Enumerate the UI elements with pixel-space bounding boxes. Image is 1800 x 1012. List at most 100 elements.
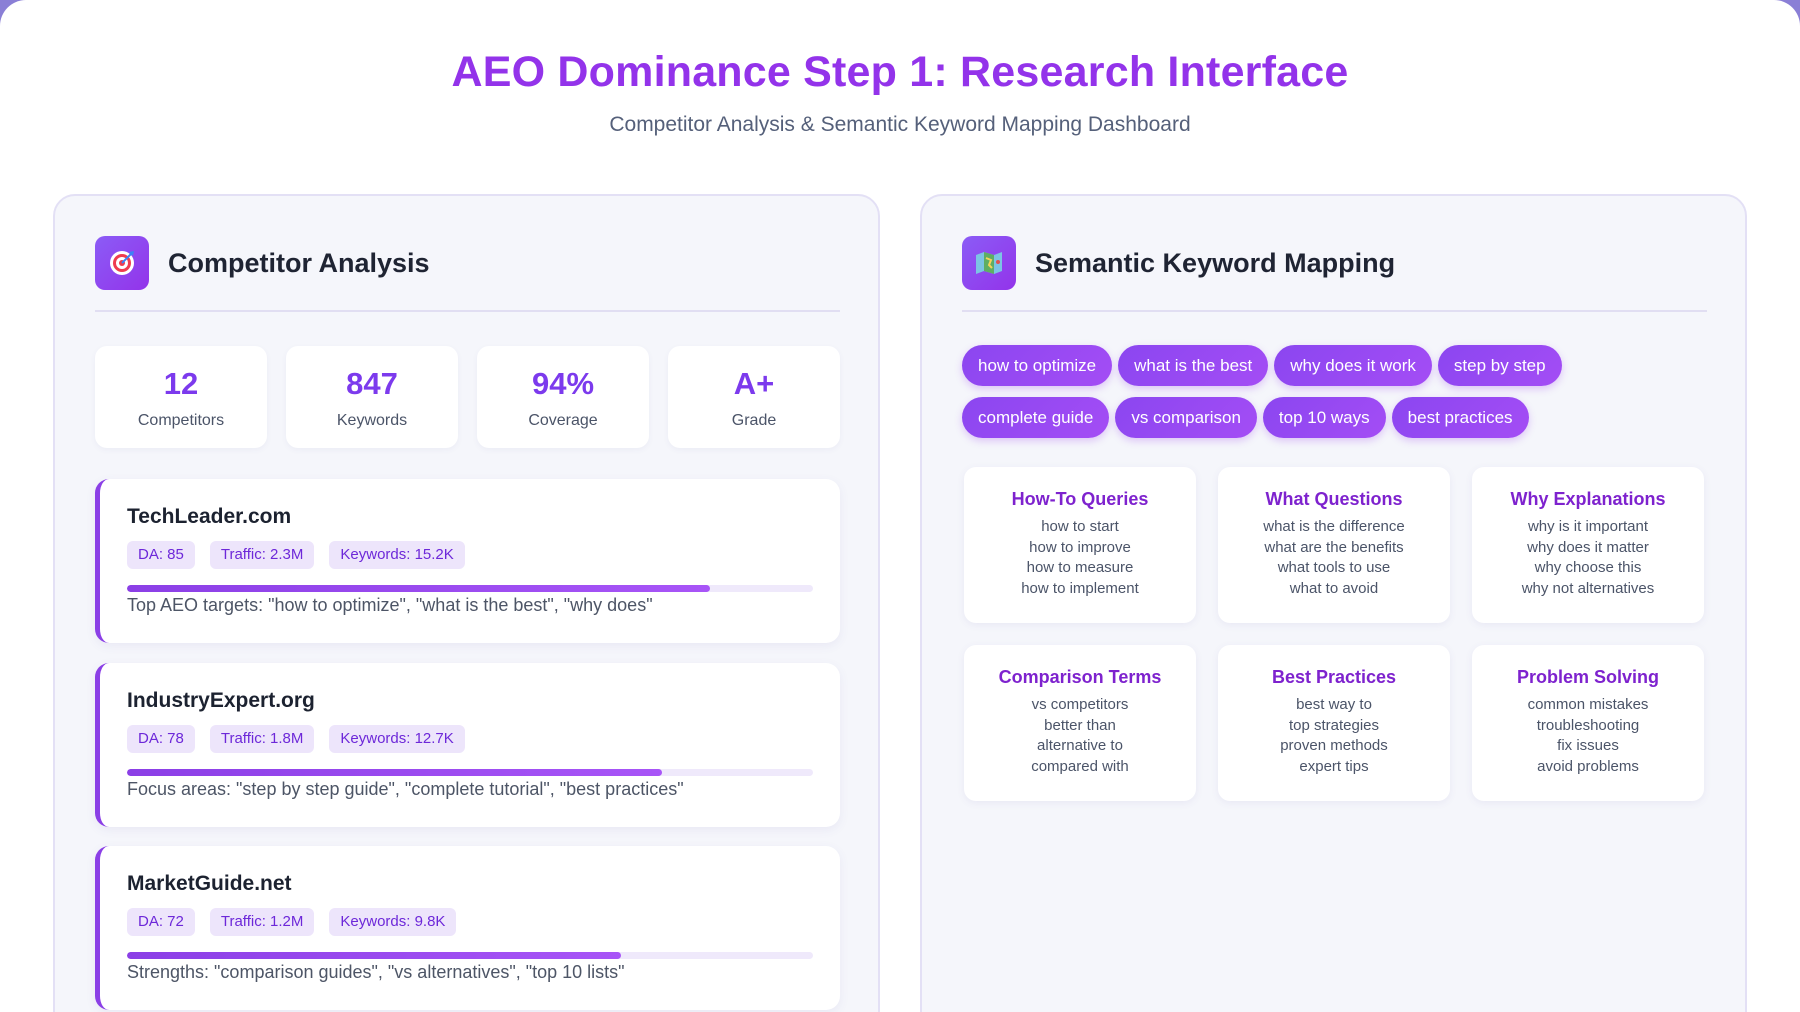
category-item: what is the difference (1263, 518, 1405, 535)
category-title: Why Explanations (1510, 489, 1666, 509)
category-items: why is it important why does it matter w… (1472, 517, 1704, 599)
strength-progress-bar (127, 585, 813, 592)
stat-card-grade: A+ Grade (668, 346, 840, 448)
panel-header: Semantic Keyword Mapping (962, 236, 1707, 312)
semantic-keyword-panel: Semantic Keyword Mapping how to optimize… (920, 194, 1747, 1012)
competitor-note: Focus areas: "step by step guide", "comp… (127, 779, 684, 799)
keyword-tag[interactable]: complete guide (962, 397, 1110, 438)
panel-title: Semantic Keyword Mapping (1035, 248, 1396, 278)
keyword-tag[interactable]: how to optimize (962, 345, 1113, 386)
competitor-card[interactable]: TechLeader.com DA: 85 Traffic: 2.3M Keywor… (95, 479, 840, 643)
category-items: common mistakes troubleshooting fix issu… (1472, 695, 1704, 777)
traffic-badge: Traffic: 2.3M (209, 541, 315, 569)
keyword-category-card[interactable]: How-To Queries how to start how to impro… (964, 467, 1196, 623)
tag-row: how to optimize what is the best why does … (962, 345, 1722, 386)
da-badge: DA: 72 (127, 908, 195, 936)
metric-badges: DA: 85 Traffic: 2.3M Keywords: 15.2K (127, 541, 480, 569)
keyword-tag-cloud: how to optimize what is the best why does … (962, 345, 1722, 449)
panel-header: Competitor Analysis (95, 236, 840, 312)
category-item: how to implement (1021, 579, 1139, 597)
category-item: troubleshooting (1536, 716, 1640, 734)
category-item: best way to (1296, 696, 1372, 713)
traffic-badge: Traffic: 1.2M (209, 908, 315, 936)
da-badge: DA: 78 (127, 725, 195, 753)
target-icon (95, 236, 149, 290)
tag-row: complete guide vs comparison top 10 ways be… (962, 397, 1722, 438)
category-item: what to avoid (1289, 579, 1379, 597)
competitor-note: Top AEO targets: "how to optimize", "wha… (127, 595, 653, 615)
keyword-tag[interactable]: step by step (1437, 345, 1562, 386)
keyword-tag[interactable]: best practices (1391, 397, 1529, 438)
keyword-tag[interactable]: why does it work (1274, 345, 1432, 386)
page-subtitle: Competitor Analysis & Semantic Keyword M… (609, 113, 1191, 136)
category-item: what tools to use (1277, 559, 1391, 576)
traffic-badge: Traffic: 1.8M (209, 725, 315, 753)
category-item: proven methods (1280, 737, 1388, 754)
da-badge: DA: 85 (127, 541, 195, 569)
category-item: why not alternatives (1521, 579, 1655, 597)
category-item: compared with (1031, 757, 1129, 775)
keyword-category-card[interactable]: Best Practices best way to top strategie… (1218, 645, 1450, 801)
stat-value: 94% (531, 366, 595, 401)
category-item: vs competitors (1031, 696, 1129, 713)
keyword-category-card[interactable]: Problem Solving common mistakes troubles… (1472, 645, 1704, 801)
category-title: Best Practices (1271, 667, 1397, 687)
category-item: better than (1044, 716, 1116, 734)
stat-value: 12 (163, 366, 199, 401)
category-items: best way to top strategies proven method… (1218, 695, 1450, 777)
keyword-category-card[interactable]: Comparison Terms vs competitors better t… (964, 645, 1196, 801)
competitor-name: MarketGuide.net (127, 872, 292, 895)
category-item: why choose this (1534, 559, 1642, 576)
stat-card-coverage: 94% Coverage (477, 346, 649, 448)
category-title: What Questions (1265, 489, 1403, 509)
metric-badges: DA: 78 Traffic: 1.8M Keywords: 12.7K (127, 725, 480, 753)
category-item: fix issues (1557, 737, 1619, 754)
category-title: Problem Solving (1516, 667, 1660, 687)
stat-label: Coverage (528, 412, 598, 429)
competitor-name: TechLeader.com (127, 505, 292, 528)
keyword-category-card[interactable]: What Questions what is the difference wh… (1218, 467, 1450, 623)
panel-title: Competitor Analysis (168, 248, 430, 278)
progress-fill (127, 769, 663, 776)
category-item: top strategies (1288, 716, 1380, 734)
strength-progress-bar (127, 769, 813, 776)
competitor-name: IndustryExpert.org (127, 689, 315, 712)
strength-progress-bar (127, 952, 813, 959)
keyword-category-card[interactable]: Why Explanations why is it important why… (1472, 467, 1704, 623)
category-item: why is it important (1527, 518, 1649, 535)
category-item: alternative to (1037, 737, 1123, 754)
page-title: AEO Dominance Step 1: Research Interface (451, 48, 1349, 96)
category-item: how to improve (1029, 538, 1131, 556)
category-title: How-To Queries (1011, 489, 1149, 509)
competitor-card[interactable]: IndustryExpert.org DA: 78 Traffic: 1.8M Ke… (95, 663, 840, 827)
metric-badges: DA: 72 Traffic: 1.2M Keywords: 9.8K (127, 908, 471, 936)
category-item: how to measure (1026, 559, 1134, 576)
progress-fill (127, 585, 711, 592)
category-items: what is the difference what are the bene… (1218, 517, 1450, 599)
page-header: AEO Dominance Step 1: Research Interface… (0, 48, 1800, 137)
keywords-badge: Keywords: 12.7K (329, 725, 465, 753)
stats-row: 12 Competitors 847 Keywords 94% Coverage… (95, 346, 840, 448)
dashboard-window: AEO Dominance Step 1: Research Interface… (0, 0, 1800, 1012)
competitor-note: Strengths: "comparison guides", "vs alte… (127, 962, 625, 982)
keyword-tag[interactable]: vs comparison (1115, 397, 1257, 438)
category-item: how to start (1041, 518, 1119, 535)
category-item: common mistakes (1527, 696, 1649, 713)
keyword-tag[interactable]: top 10 ways (1262, 397, 1386, 438)
category-items: vs competitors better than alternative t… (964, 695, 1196, 777)
keywords-badge: Keywords: 9.8K (329, 908, 457, 936)
competitor-card[interactable]: MarketGuide.net DA: 72 Traffic: 1.2M Keywo… (95, 846, 840, 1010)
category-items: how to start how to improve how to measu… (964, 517, 1196, 599)
keyword-tag[interactable]: what is the best (1118, 345, 1269, 386)
stat-label: Competitors (137, 412, 225, 429)
category-item: why does it matter (1527, 538, 1649, 556)
map-icon (962, 236, 1016, 290)
category-item: what are the benefits (1264, 538, 1404, 556)
stat-label: Keywords (336, 412, 408, 429)
stat-value: 847 (346, 366, 398, 401)
progress-fill (127, 952, 621, 959)
stat-label: Grade (731, 412, 777, 429)
stat-card-keywords: 847 Keywords (286, 346, 458, 448)
category-item: expert tips (1299, 757, 1369, 775)
keywords-badge: Keywords: 15.2K (329, 541, 465, 569)
